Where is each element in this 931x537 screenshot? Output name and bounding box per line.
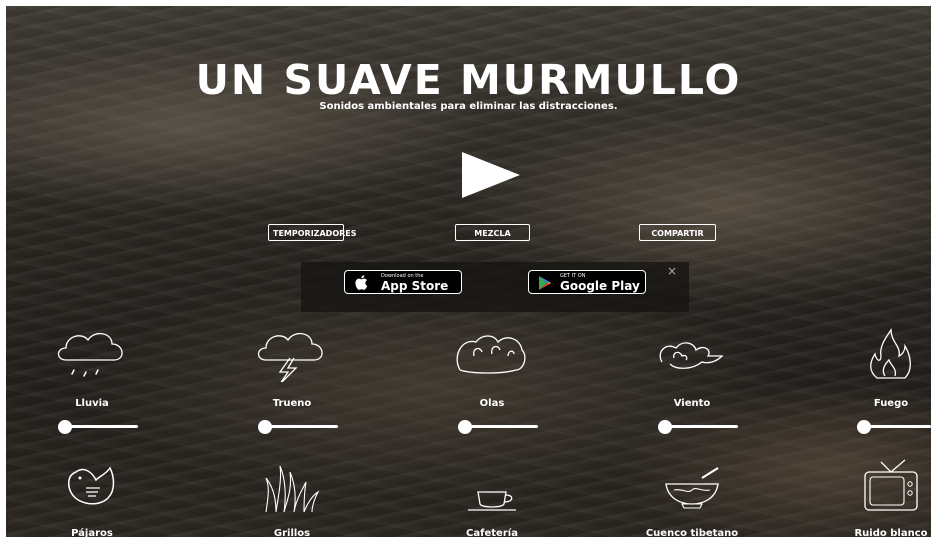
google-play-badge[interactable]: GET IT ON Google Play [528, 270, 646, 294]
page-subtitle: Sonidos ambientales para eliminar las di… [319, 101, 618, 112]
slider-knob[interactable] [58, 420, 72, 434]
sound-label: Trueno [272, 398, 312, 409]
sound-singing-bowl[interactable]: Cuenco tibetano [612, 458, 772, 537]
sound-thunder[interactable]: Trueno [212, 326, 372, 436]
mix-button[interactable]: MEZCLA [455, 224, 530, 241]
app-promo-banner: Download on the App Store GET IT ON Goog… [301, 262, 689, 312]
sound-label: Cuenco tibetano [645, 528, 739, 537]
page-title: UN SUAVE MURMULLO [195, 56, 742, 104]
play-button[interactable] [462, 152, 522, 198]
play-icon [462, 152, 520, 198]
sound-label: Grillos [273, 528, 311, 537]
sound-birds[interactable]: Pájaros [12, 458, 172, 537]
slider-knob[interactable] [658, 420, 672, 434]
volume-slider[interactable] [258, 420, 338, 434]
timers-button[interactable]: TEMPORIZADORES [268, 224, 357, 241]
volume-slider[interactable] [857, 420, 931, 434]
slider-knob[interactable] [857, 420, 871, 434]
sound-label: Cafetería [466, 528, 518, 537]
sound-label: Lluvia [75, 398, 109, 409]
sound-rain[interactable]: Lluvia [12, 326, 172, 436]
close-banner-button[interactable]: × [667, 264, 677, 278]
app-store-name: App Store [381, 279, 449, 293]
volume-slider[interactable] [458, 420, 538, 434]
sound-white-noise[interactable]: Ruido blanco [811, 458, 931, 537]
slider-knob[interactable] [258, 420, 272, 434]
slider-knob[interactable] [458, 420, 472, 434]
tv-icon [864, 459, 918, 511]
share-button[interactable]: COMPARTIR [639, 224, 716, 241]
thunder-cloud-icon [257, 333, 323, 382]
wind-icon [659, 342, 724, 369]
fire-icon [870, 327, 911, 379]
apple-icon [355, 275, 368, 290]
google-play-icon [539, 276, 551, 290]
waves-icon [456, 335, 526, 374]
sound-waves[interactable]: Olas [412, 326, 572, 436]
sound-wind[interactable]: Viento [612, 326, 772, 436]
singing-bowl-icon [665, 467, 719, 509]
sound-coffee-shop[interactable]: Cafetería [412, 458, 572, 537]
bird-icon [68, 466, 115, 505]
sound-crickets[interactable]: Grillos [212, 458, 372, 537]
page-background: UN SUAVE MURMULLO Sonidos ambientales pa… [6, 6, 931, 537]
sound-label: Olas [479, 398, 505, 409]
sound-label: Viento [673, 398, 711, 409]
sound-fire[interactable]: Fuego [811, 326, 931, 436]
sound-label: Fuego [873, 398, 909, 409]
grass-icon [265, 465, 320, 513]
sound-label: Pájaros [71, 528, 113, 537]
volume-slider[interactable] [58, 420, 138, 434]
rain-cloud-icon [57, 333, 123, 377]
app-store-badge[interactable]: Download on the App Store [344, 270, 462, 294]
google-play-name: Google Play [560, 279, 640, 293]
sound-label: Ruido blanco [854, 528, 928, 537]
coffee-cup-icon [468, 491, 516, 511]
volume-slider[interactable] [658, 420, 738, 434]
